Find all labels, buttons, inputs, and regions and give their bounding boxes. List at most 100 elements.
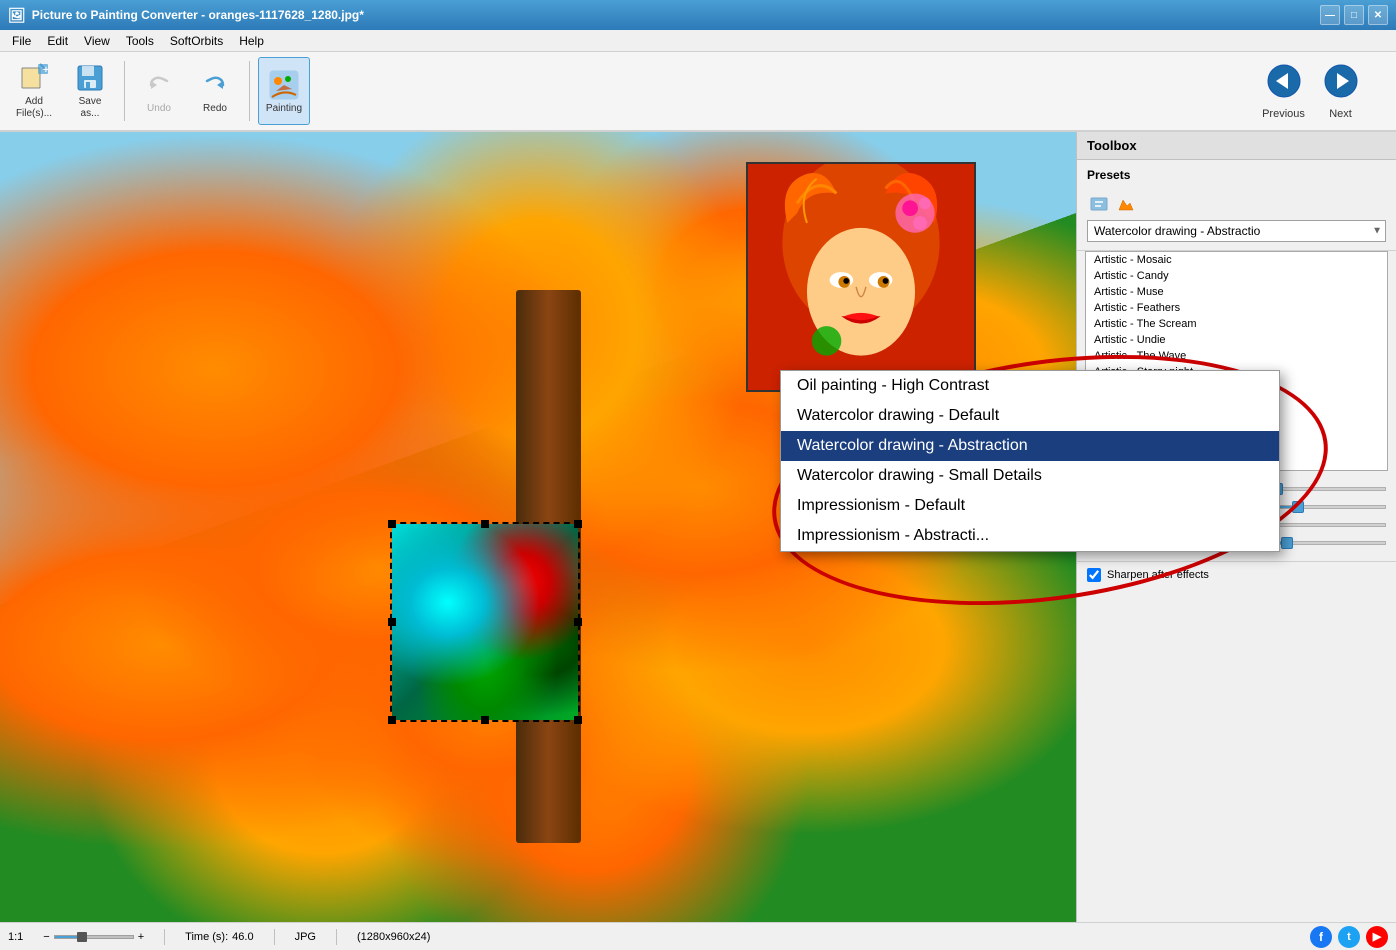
undo-label: Undo bbox=[147, 103, 171, 114]
redo-button[interactable]: Redo bbox=[189, 57, 241, 125]
painting-button[interactable]: Painting bbox=[258, 57, 310, 125]
smooth-row: Smooth bbox=[1087, 537, 1386, 549]
presets-section: Presets Watercolor bbox=[1077, 160, 1396, 251]
sharpen-row: Sharpen after effects bbox=[1077, 562, 1396, 588]
preset-item-candy[interactable]: Artistic - Candy bbox=[1086, 268, 1387, 284]
title-bar: 🖼 Picture to Painting Converter - orange… bbox=[0, 0, 1396, 30]
minimize-button[interactable]: — bbox=[1320, 5, 1340, 25]
status-sep-2 bbox=[274, 929, 275, 945]
undo-icon bbox=[143, 69, 175, 101]
toolbar-separator-1 bbox=[124, 61, 125, 121]
canvas-area[interactable] bbox=[0, 132, 1076, 922]
preset-item-scream[interactable]: Artistic - The Scream bbox=[1086, 316, 1387, 332]
time-value: 46.0 bbox=[232, 931, 253, 943]
toolbox-header: Toolbox bbox=[1077, 132, 1396, 160]
menu-file[interactable]: File bbox=[4, 32, 39, 50]
status-sep-3 bbox=[336, 929, 337, 945]
save-icon bbox=[74, 62, 106, 94]
menu-view[interactable]: View bbox=[76, 32, 118, 50]
toolbox-icon-1[interactable] bbox=[1087, 192, 1111, 216]
preset-item-oil-default[interactable]: Oil painting - Default bbox=[1086, 396, 1387, 412]
previous-button[interactable]: Previous bbox=[1256, 57, 1311, 125]
abstraction-label: Abstraction bbox=[1087, 483, 1167, 495]
preset-item-starry[interactable]: Artistic - Starry night bbox=[1086, 364, 1387, 380]
preset-item-oil-relief[interactable]: Oil painting - Relief bbox=[1086, 412, 1387, 428]
abstraction-row: Abstraction bbox=[1087, 483, 1386, 495]
preset-item-wave[interactable]: Artistic - The Wave bbox=[1086, 348, 1387, 364]
previous-label: Previous bbox=[1262, 108, 1305, 120]
painting-icon bbox=[268, 69, 300, 101]
facebook-icon[interactable]: f bbox=[1310, 926, 1332, 948]
menu-help[interactable]: Help bbox=[231, 32, 272, 50]
sharpen-checkbox[interactable] bbox=[1087, 568, 1101, 582]
toolbox-panel: Toolbox Presets bbox=[1076, 132, 1396, 922]
preset-item-undie[interactable]: Artistic - Undie bbox=[1086, 332, 1387, 348]
status-sep-1 bbox=[164, 929, 165, 945]
next-button[interactable]: Next bbox=[1313, 57, 1368, 125]
next-icon bbox=[1323, 63, 1359, 106]
presets-label: Presets bbox=[1087, 168, 1386, 182]
zoom-minus[interactable]: − bbox=[43, 931, 49, 943]
main-content: Toolbox Presets bbox=[0, 132, 1396, 922]
time-indicator: Time (s): 46.0 bbox=[185, 931, 253, 943]
preset-item-mosaic[interactable]: Artistic - Mosaic bbox=[1086, 252, 1387, 268]
preset-item-oil-light[interactable]: Oil painting - Light bbox=[1086, 460, 1387, 471]
abstraction-track[interactable] bbox=[1167, 487, 1386, 491]
zoom-plus[interactable]: + bbox=[138, 931, 144, 943]
window-controls: — □ ✕ bbox=[1320, 5, 1388, 25]
add-file-button[interactable]: + AddFile(s)... bbox=[8, 57, 60, 125]
toolbar-separator-2 bbox=[249, 61, 250, 121]
preset-item-oil-flat[interactable]: Oil painting - Flat bbox=[1086, 428, 1387, 444]
saturation-track[interactable] bbox=[1167, 523, 1386, 527]
redo-icon bbox=[199, 69, 231, 101]
add-file-label: AddFile(s)... bbox=[16, 96, 52, 120]
preset-item-muse[interactable]: Artistic - Muse bbox=[1086, 284, 1387, 300]
zoom-slider[interactable] bbox=[54, 935, 134, 939]
preset-list-panel: Artistic - Mosaic Artistic - Candy Artis… bbox=[1085, 251, 1388, 471]
smooth-track[interactable] bbox=[1167, 541, 1386, 545]
preset-item-composition[interactable]: Artistic - Composition bbox=[1086, 380, 1387, 396]
app-icon: 🖼 bbox=[8, 7, 26, 24]
status-bar: 1:1 − + Time (s): 46.0 JPG (1280x960x24)… bbox=[0, 922, 1396, 950]
previous-icon bbox=[1266, 63, 1302, 106]
toolbox-icon-row bbox=[1087, 188, 1386, 220]
redo-label: Redo bbox=[203, 103, 227, 114]
format-indicator: JPG bbox=[295, 931, 316, 943]
menu-tools[interactable]: Tools bbox=[118, 32, 162, 50]
menu-edit[interactable]: Edit bbox=[39, 32, 76, 50]
social-icons: f t ▶ bbox=[1310, 926, 1388, 948]
sliders-section: Abstraction Details Saturation bbox=[1077, 477, 1396, 562]
details-track[interactable] bbox=[1167, 505, 1386, 509]
details-label: Details bbox=[1087, 501, 1167, 513]
saturation-row: Saturation bbox=[1087, 519, 1386, 531]
save-as-button[interactable]: Saveas... bbox=[64, 57, 116, 125]
tree-trunk bbox=[516, 290, 581, 843]
menu-softorbits[interactable]: SoftOrbits bbox=[162, 32, 231, 50]
time-label: Time (s): bbox=[185, 931, 228, 943]
preset-select-container: Watercolor drawing - Abstractio ▼ bbox=[1087, 220, 1386, 242]
dimensions-indicator: (1280x960x24) bbox=[357, 931, 430, 943]
preset-item-oil-small[interactable]: Oil painting - Small Details bbox=[1086, 444, 1387, 460]
dimensions-value: (1280x960x24) bbox=[357, 931, 430, 943]
twitter-icon[interactable]: t bbox=[1338, 926, 1360, 948]
zoom-value: 1:1 bbox=[8, 931, 23, 943]
undo-button[interactable]: Undo bbox=[133, 57, 185, 125]
youtube-icon[interactable]: ▶ bbox=[1366, 926, 1388, 948]
details-row: Details bbox=[1087, 501, 1386, 513]
smooth-label: Smooth bbox=[1087, 537, 1167, 549]
preset-item-feathers[interactable]: Artistic - Feathers bbox=[1086, 300, 1387, 316]
preset-select[interactable]: Watercolor drawing - Abstractio bbox=[1087, 220, 1386, 242]
close-button[interactable]: ✕ bbox=[1368, 5, 1388, 25]
next-label: Next bbox=[1329, 108, 1352, 120]
painting-label: Painting bbox=[266, 103, 302, 114]
save-as-label: Saveas... bbox=[79, 96, 102, 120]
format-value: JPG bbox=[295, 931, 316, 943]
saturation-label: Saturation bbox=[1087, 519, 1167, 531]
toolbox-icon-2[interactable] bbox=[1113, 192, 1137, 216]
toolbar: + AddFile(s)... Saveas... Undo bbox=[0, 52, 1396, 132]
menu-bar: File Edit View Tools SoftOrbits Help bbox=[0, 30, 1396, 52]
preview-thumbnail bbox=[746, 162, 976, 392]
sharpen-label[interactable]: Sharpen after effects bbox=[1107, 569, 1209, 581]
maximize-button[interactable]: □ bbox=[1344, 5, 1364, 25]
add-file-icon: + bbox=[18, 62, 50, 94]
